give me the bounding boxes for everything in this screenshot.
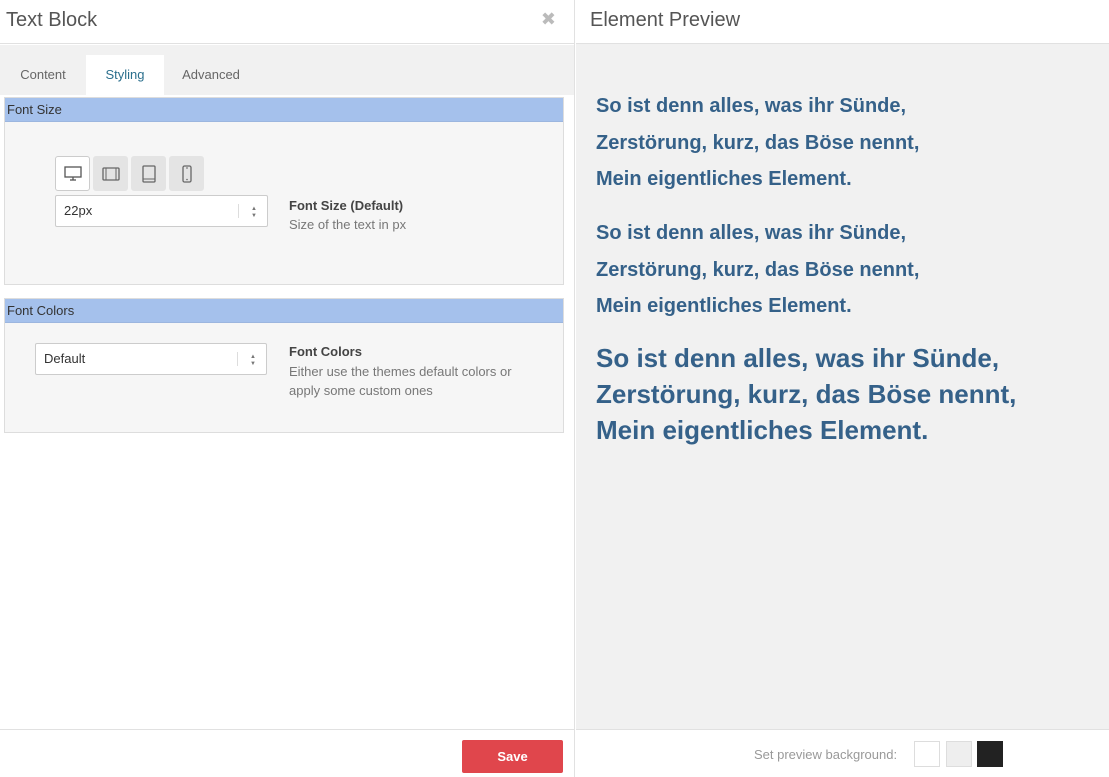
chevron-updown-icon: ▲ ▼	[250, 354, 256, 367]
preview-block: So ist denn alles, was ihr Sünde, Zerstö…	[596, 215, 919, 325]
font-size-label: Font Size (Default)	[289, 198, 404, 213]
editor-footer: Save	[0, 729, 574, 777]
font-colors-help-line2: apply some custom ones	[289, 383, 433, 398]
select-divider	[238, 204, 239, 218]
font-size-value: 22px	[64, 203, 93, 218]
preview-line: Zerstörung, kurz, das Böse nennt,	[596, 131, 920, 154]
preview-line: Zerstörung, kurz, das Böse nennt,	[596, 258, 920, 281]
preview-line: Zerstörung, kurz, das Böse nennt,	[596, 379, 1017, 409]
tablet-landscape-icon	[101, 166, 120, 181]
select-divider	[237, 352, 238, 366]
editor-panel: Text Block ✖ Content Styling Advanced Fo…	[0, 0, 575, 777]
tablet-portrait-icon	[141, 164, 156, 183]
font-colors-select[interactable]: Default ▲ ▼	[35, 343, 267, 375]
bg-swatch-dark[interactable]	[977, 741, 1003, 767]
font-colors-help: Either use the themes default colors or …	[289, 362, 512, 400]
font-colors-label: Font Colors	[289, 344, 362, 359]
chevron-updown-icon: ▲ ▼	[251, 206, 257, 219]
bg-swatch-white[interactable]	[914, 741, 940, 767]
preview-line: So ist denn alles, was ihr Sünde,	[596, 343, 1000, 373]
editor-title: Text Block	[6, 9, 98, 31]
editor-titlebar: Text Block ✖	[0, 0, 574, 44]
tablet-landscape-device-button[interactable]	[93, 156, 128, 191]
preview-block: So ist denn alles, was ihr Sünde, Zerstö…	[596, 340, 1016, 448]
font-size-select[interactable]: 22px ▲ ▼	[55, 195, 268, 227]
preview-line: Mein eigentliches Element.	[596, 168, 852, 190]
preview-title: Element Preview	[590, 9, 741, 31]
mobile-device-button[interactable]	[169, 156, 204, 191]
mobile-icon	[181, 164, 192, 183]
bg-swatch-light[interactable]	[946, 741, 972, 767]
tab-styling[interactable]: Styling	[86, 55, 164, 95]
preview-line: Mein eigentliches Element.	[596, 415, 929, 445]
preview-footer: Set preview background:	[576, 729, 1109, 777]
font-colors-help-line1: Either use the themes default colors or	[289, 364, 512, 379]
font-colors-value: Default	[44, 351, 86, 366]
preview-panel: Element Preview So ist denn alles, was i…	[576, 0, 1109, 777]
font-colors-panel: Font Colors Default ▲ ▼ Font Colors Eithe…	[4, 298, 564, 433]
font-colors-header: Font Colors	[5, 299, 563, 323]
preview-titlebar: Element Preview	[576, 0, 1109, 44]
preview-bg-label: Set preview background:	[754, 747, 898, 762]
preview-line: Mein eigentliches Element.	[596, 295, 852, 317]
font-size-help: Size of the text in px	[289, 217, 407, 232]
preview-block: So ist denn alles, was ihr Sünde, Zerstö…	[596, 88, 919, 198]
close-icon[interactable]: ✖	[541, 10, 556, 28]
desktop-icon	[63, 165, 82, 181]
font-size-panel: Font Size 22px ▲ ▼ Font Size (Default) Si…	[4, 97, 564, 285]
tablet-portrait-device-button[interactable]	[131, 156, 166, 191]
tab-advanced[interactable]: Advanced	[164, 55, 258, 95]
tab-content[interactable]: Content	[0, 55, 86, 95]
font-size-header: Font Size	[5, 98, 563, 122]
tab-bar: Content Styling Advanced	[0, 45, 574, 95]
preview-line: So ist denn alles, was ihr Sünde,	[596, 95, 907, 117]
save-button[interactable]: Save	[462, 740, 563, 773]
desktop-device-button[interactable]	[55, 156, 90, 191]
preview-line: So ist denn alles, was ihr Sünde,	[596, 222, 907, 244]
